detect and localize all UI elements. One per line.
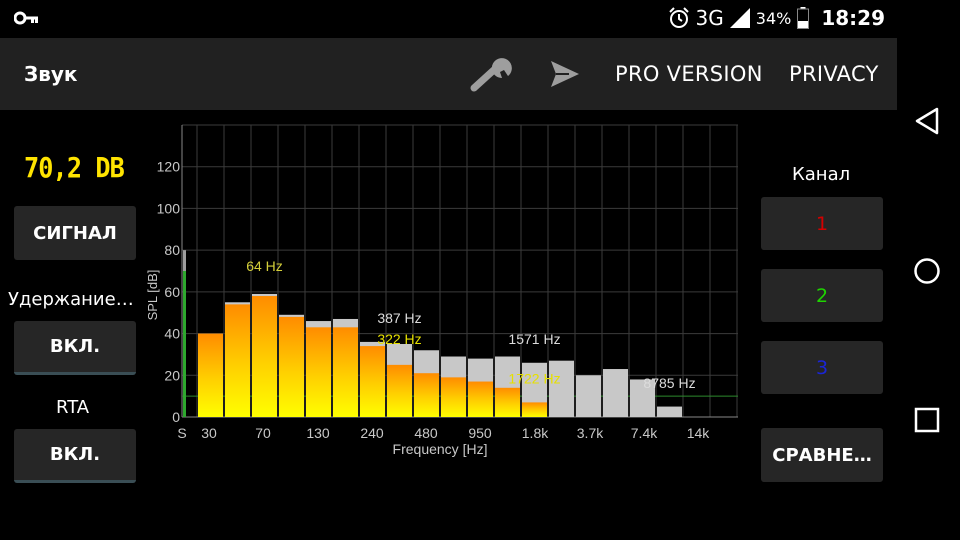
bar-current: [522, 402, 547, 417]
channel-2-button[interactable]: 2: [761, 269, 883, 322]
bar-current: [198, 333, 223, 417]
bar-peak: [549, 360, 574, 417]
send-icon[interactable]: [549, 59, 581, 89]
compare-button[interactable]: СРАВНЕ…: [761, 428, 883, 482]
bar-current: [333, 327, 358, 417]
y-tick-label: 40: [164, 326, 180, 342]
bar-current: [279, 316, 304, 417]
bar-current: [495, 387, 520, 417]
peak-frequency-label: 1722 Hz: [508, 371, 560, 387]
x-tick-label: 7.4k: [631, 425, 658, 441]
peak-frequency-label: 8785 Hz: [643, 375, 695, 391]
channel-label: Канал: [792, 164, 851, 185]
app-bar: Звук PRO VERSION PRIVACY: [0, 38, 897, 110]
x-tick-label: 950: [468, 425, 492, 441]
battery-percent: 34%: [755, 8, 792, 28]
home-icon[interactable]: [911, 255, 943, 287]
y-tick-label: 100: [157, 200, 181, 216]
x-tick-label: 70: [255, 425, 271, 441]
key-icon: [14, 11, 38, 25]
bar-current: [387, 364, 412, 417]
bar-peak: [576, 375, 601, 417]
bar-current: [360, 346, 385, 417]
rta-toggle-button[interactable]: ВКЛ.: [14, 429, 136, 483]
wrench-icon[interactable]: [470, 56, 516, 92]
x-tick-label: 30: [201, 425, 217, 441]
y-axis-ticks: 0 20 40 60 80 100 120: [157, 159, 181, 425]
y-tick-label: 120: [157, 159, 181, 175]
x-tick-label: 480: [414, 425, 438, 441]
x-tick-label: S: [177, 425, 186, 441]
x-axis-ticks: S 30 70 130 240 480 950 1.8k 3.7k 7.4k 14k: [177, 425, 710, 441]
bar-peak: [657, 406, 682, 417]
x-tick-label: 14k: [687, 425, 711, 441]
bar-current: [225, 304, 250, 417]
bar-current: [441, 377, 466, 417]
peak-frequency-label: 322 Hz: [377, 331, 421, 347]
s-meter-level: [183, 271, 186, 417]
level-readout: 70,2 DB: [24, 151, 125, 184]
spectrum-chart: 0 20 40 60 80 100 120 64 Hz 387 Hz 322 Hz 1571 Hz…: [145, 124, 738, 457]
privacy-menu[interactable]: PRIVACY: [789, 62, 879, 86]
back-icon[interactable]: [911, 106, 943, 136]
x-tick-label: 1.8k: [522, 425, 549, 441]
alarm-icon: [668, 7, 689, 28]
battery-icon: [797, 7, 810, 29]
bar-current: [468, 381, 493, 417]
hold-toggle-button[interactable]: ВКЛ.: [14, 321, 136, 375]
page-title: Звук: [24, 62, 78, 86]
navigation-bar: [897, 0, 960, 540]
status-bar: 3G 34% 18:29: [0, 0, 897, 38]
peak-frequency-label: 1571 Hz: [508, 331, 560, 347]
signal-button[interactable]: СИГНАЛ: [14, 206, 136, 260]
peak-frequency-label: 64 Hz: [246, 258, 283, 274]
x-tick-label: 240: [360, 425, 384, 441]
s-meter: [183, 250, 186, 417]
recents-icon[interactable]: [911, 404, 943, 436]
bar-current: [414, 373, 439, 417]
rta-label: RTA: [56, 397, 90, 418]
network-type: 3G: [695, 6, 724, 30]
bar-current: [306, 327, 331, 417]
hold-label: Удержание…: [8, 289, 134, 310]
y-axis-label: SPL [dB]: [145, 270, 160, 321]
x-axis-label: Frequency [Hz]: [393, 441, 488, 457]
y-tick-label: 60: [164, 284, 180, 300]
y-tick-label: 80: [164, 242, 180, 258]
peak-frequency-label: 387 Hz: [377, 310, 421, 326]
x-tick-label: 3.7k: [577, 425, 604, 441]
x-tick-label: 130: [306, 425, 330, 441]
bar-peak: [603, 369, 628, 417]
pro-version-menu[interactable]: PRO VERSION: [615, 62, 763, 86]
bar-current: [252, 296, 277, 417]
channel-1-button[interactable]: 1: [761, 197, 883, 250]
y-tick-label: 20: [164, 367, 180, 383]
bars-current-series: [198, 296, 547, 417]
clock: 18:29: [821, 6, 885, 30]
channel-3-button[interactable]: 3: [761, 341, 883, 394]
signal-icon: [729, 8, 750, 28]
y-tick-label: 0: [172, 409, 180, 425]
